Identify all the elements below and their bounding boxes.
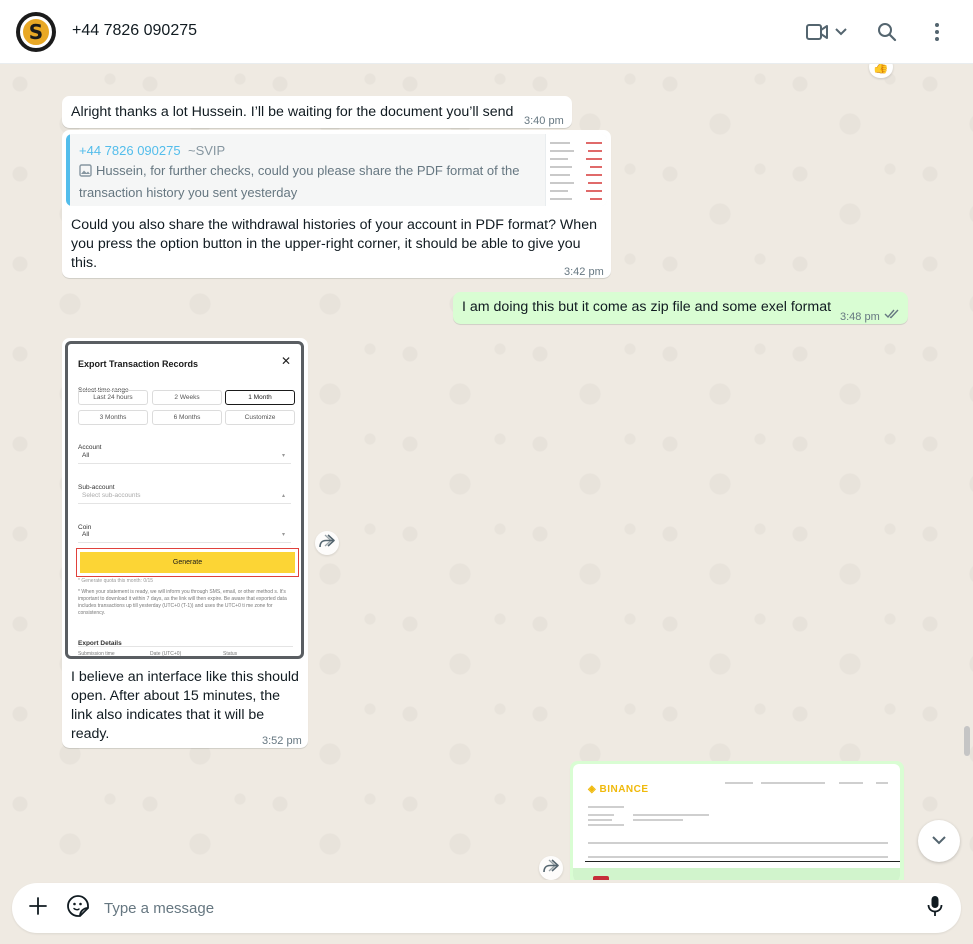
avatar-logo: S: [20, 16, 52, 48]
reaction-badge[interactable]: 👍: [869, 64, 893, 78]
outgoing-image-message[interactable]: ◈ BINANCE: [570, 761, 904, 880]
quote-pushname: ~SVIP: [188, 143, 226, 158]
message-text: I am doing this but it come as zip file …: [462, 299, 832, 315]
message-image[interactable]: Export Transaction Records ✕ Select time…: [65, 341, 304, 659]
quote-thumbnail: [545, 134, 607, 206]
quote-author: +44 7826 090275: [79, 143, 181, 158]
image-generate-button: Generate: [80, 552, 295, 573]
quoted-message[interactable]: +44 7826 090275 ~SVIP Hussein, for furth…: [66, 134, 607, 206]
binance-logo: ◈ BINANCE: [588, 784, 649, 795]
close-icon: ✕: [280, 354, 291, 368]
chat-header: S +44 7826 090275: [0, 0, 973, 64]
attach-button[interactable]: [25, 895, 51, 921]
image-field: All ▾: [78, 528, 291, 543]
menu-button[interactable]: [924, 16, 950, 48]
image-note: * When your statement is ready, we will …: [78, 589, 287, 616]
chevron-down-icon: [931, 832, 947, 850]
incoming-message[interactable]: Alright thanks a lot Hussein. I’ll be wa…: [62, 96, 572, 128]
video-call-icon: [806, 23, 828, 41]
image-field: Select sub-accounts ▴: [78, 489, 291, 504]
scrollbar[interactable]: [964, 726, 970, 756]
sticker-button[interactable]: [65, 894, 91, 923]
range-chip: 2 Weeks: [152, 390, 222, 405]
plus-icon: [29, 896, 47, 920]
range-chip: 6 Months: [152, 410, 222, 425]
quote-text-body: Hussein, for further checks, could you p…: [79, 163, 520, 200]
message-input[interactable]: [104, 897, 884, 919]
range-chip: 3 Months: [78, 410, 148, 425]
quote-text: Hussein, for further checks, could you p…: [79, 161, 529, 203]
composer: [12, 883, 961, 933]
scroll-to-bottom-button[interactable]: [918, 820, 960, 862]
forward-icon: [543, 858, 559, 878]
image-field: All ▾: [78, 449, 291, 464]
forward-button[interactable]: [539, 856, 563, 880]
message-time: 3:52 pm: [262, 735, 302, 747]
range-chip-selected: 1 Month: [225, 390, 295, 405]
incoming-message[interactable]: +44 7826 090275 ~SVIP Hussein, for furth…: [62, 130, 611, 278]
mic-icon: [927, 895, 943, 922]
image-col: Date (UTC+0): [150, 651, 182, 657]
double-check-icon: [884, 306, 900, 325]
search-button[interactable]: [874, 16, 900, 48]
image-title: Export Transaction Records: [78, 359, 199, 369]
avatar[interactable]: S: [16, 12, 56, 52]
message-text: Could you also share the withdrawal hist…: [71, 217, 597, 271]
menu-icon: [934, 22, 940, 42]
contact-name[interactable]: +44 7826 090275: [72, 22, 197, 40]
sticker-icon: [66, 894, 90, 923]
message-time: 3:40 pm: [524, 115, 564, 127]
search-icon: [877, 22, 897, 42]
video-call-button[interactable]: [804, 16, 850, 48]
image-note: * Generate quota this month: 0/15: [78, 578, 154, 584]
outgoing-message[interactable]: I am doing this but it come as zip file …: [453, 292, 908, 324]
image-col: Status: [223, 651, 238, 657]
message-image[interactable]: ◈ BINANCE: [573, 764, 900, 880]
message-time: 3:48 pm: [840, 311, 880, 323]
message-text: Alright thanks a lot Hussein. I’ll be wa…: [71, 104, 514, 120]
chevron-down-icon: [834, 27, 848, 37]
message-time: 3:42 pm: [564, 266, 604, 278]
forward-icon: [319, 533, 335, 553]
chat-area[interactable]: 👍 Alright thanks a lot Hussein. I’ll be …: [0, 64, 973, 880]
voice-message-button[interactable]: [922, 895, 948, 921]
forward-button[interactable]: [315, 531, 339, 555]
range-chip: Customize: [225, 410, 295, 425]
range-chip: Last 24 hours: [78, 390, 148, 405]
image-icon: [79, 163, 92, 183]
image-highlight: [573, 868, 900, 880]
incoming-image-message[interactable]: Export Transaction Records ✕ Select time…: [62, 338, 308, 748]
